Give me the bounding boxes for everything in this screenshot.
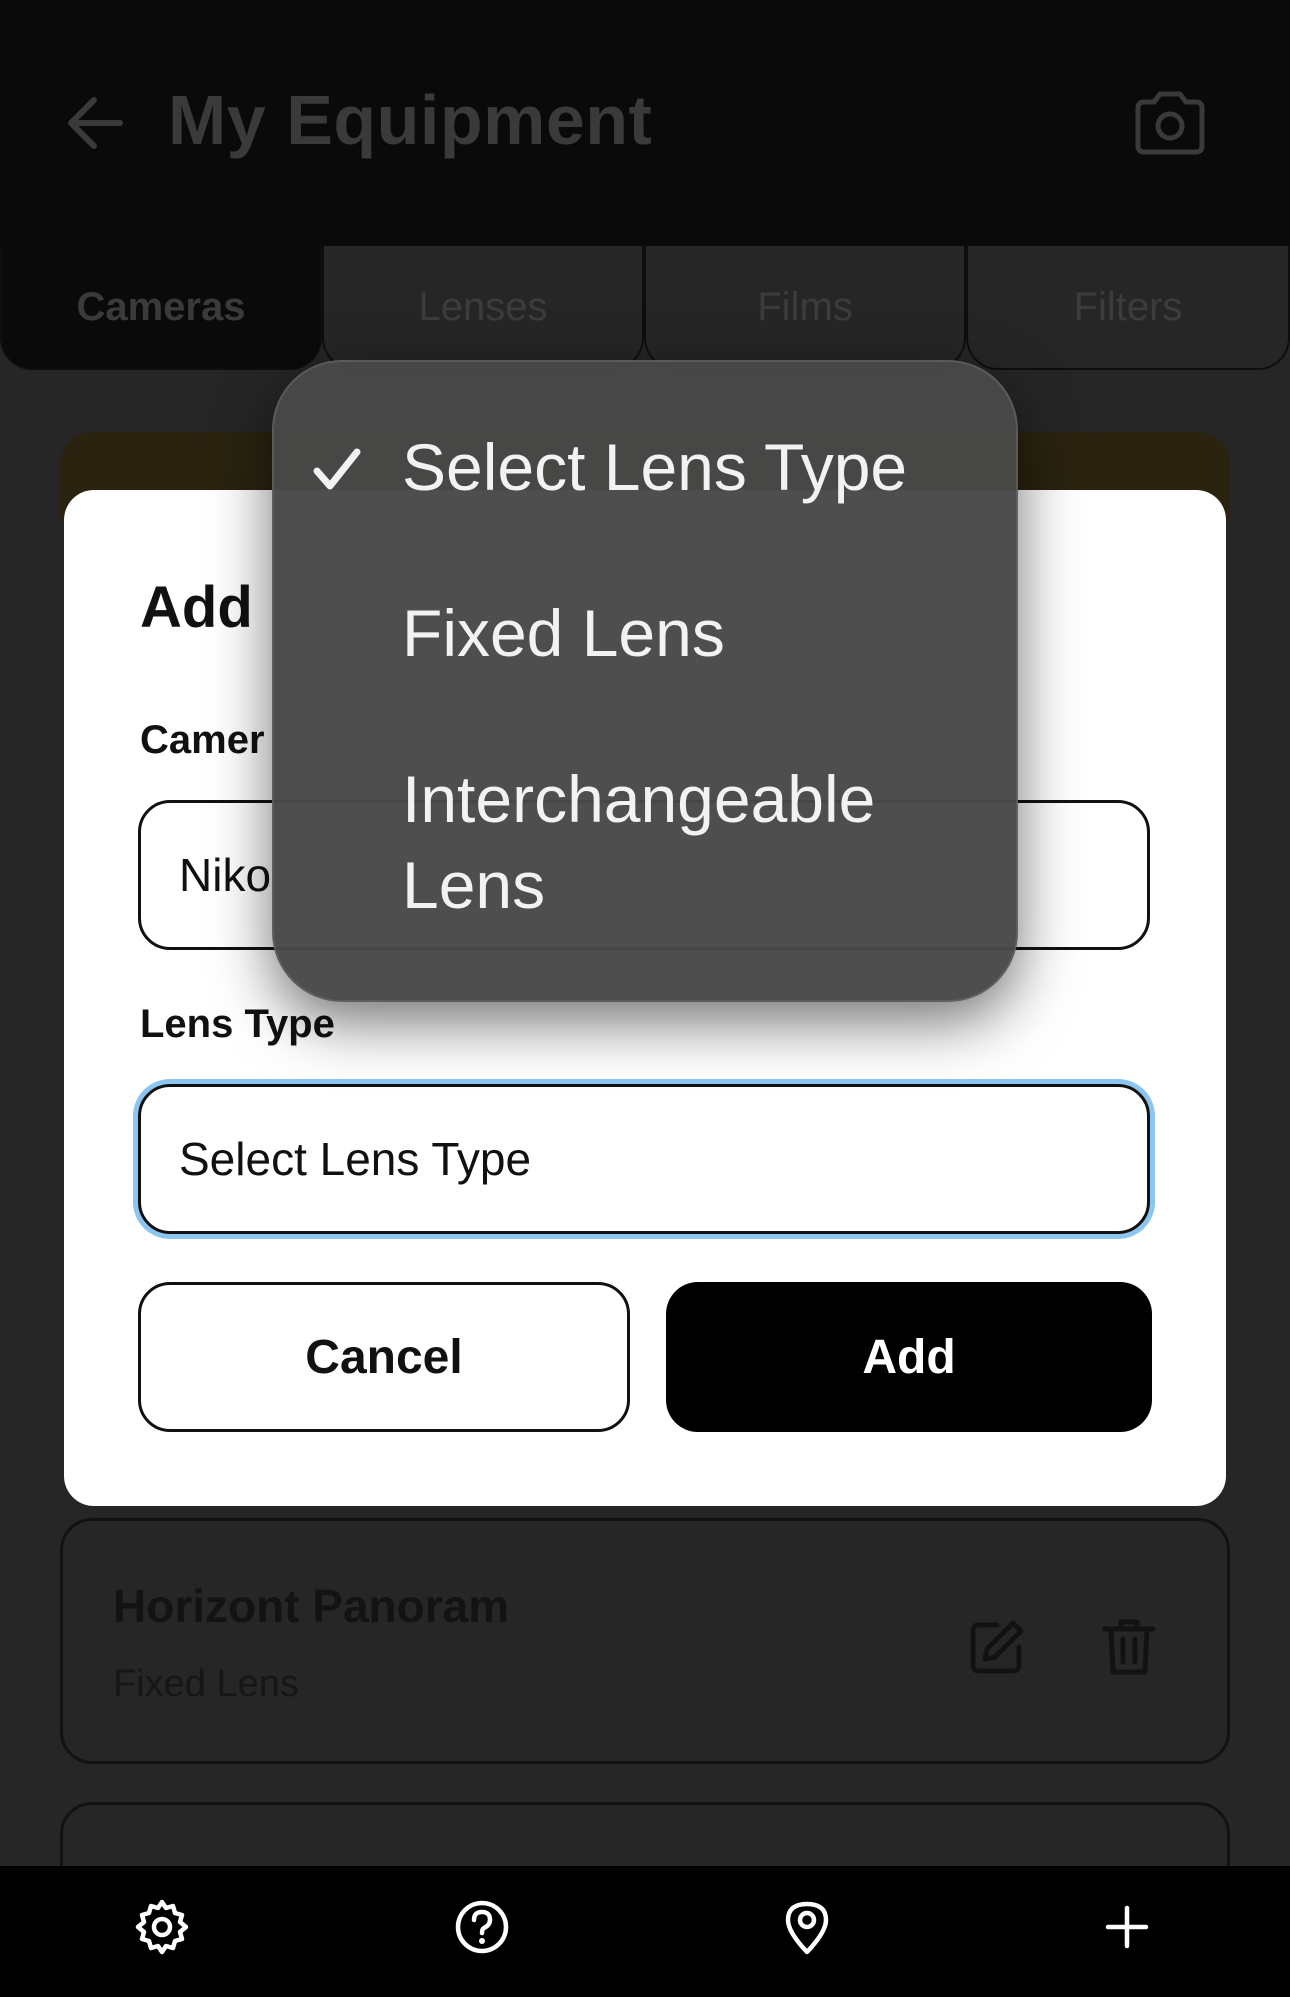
add-button[interactable]: Add: [666, 1282, 1152, 1432]
lens-type-label: Lens Type: [140, 1002, 335, 1046]
tab-lenses[interactable]: Lenses: [322, 246, 644, 370]
lens-type-menu: Select Lens Type Fixed Lens Interchangea…: [272, 360, 1018, 1002]
back-arrow-icon[interactable]: [62, 90, 128, 156]
tab-cameras[interactable]: Cameras: [0, 246, 322, 370]
tab-filters[interactable]: Filters: [966, 246, 1290, 370]
lens-type-select[interactable]: Select Lens Type: [138, 1084, 1150, 1234]
dialog-title: Add: [140, 575, 253, 640]
equipment-tabs: Cameras Lenses Films Filters: [0, 246, 1290, 372]
camera-name-label: Camer: [140, 718, 265, 762]
camera-name: Horizont Panoram: [113, 1580, 510, 1632]
edit-icon[interactable]: [967, 1617, 1027, 1677]
menu-option-select-lens-type[interactable]: Select Lens Type: [402, 424, 962, 510]
tab-films[interactable]: Films: [644, 246, 966, 370]
trash-icon[interactable]: [1101, 1617, 1157, 1677]
camera-lens-type: Fixed Lens: [113, 1663, 299, 1705]
help-icon[interactable]: [453, 1898, 511, 1956]
app-root: My Equipment Cameras Lenses Films Filter…: [0, 0, 1290, 1997]
plus-icon[interactable]: [1098, 1898, 1156, 1956]
camera-icon[interactable]: [1132, 88, 1208, 158]
header: My Equipment: [0, 0, 1290, 246]
menu-option-interchangeable-lens[interactable]: Interchangeable Lens: [402, 756, 962, 928]
bottom-nav: [0, 1866, 1290, 1997]
list-item[interactable]: Horizont Panoram Fixed Lens: [60, 1518, 1230, 1764]
location-pin-icon[interactable]: [778, 1898, 836, 1956]
cancel-button[interactable]: Cancel: [138, 1282, 630, 1432]
page-title: My Equipment: [168, 81, 653, 159]
gear-icon[interactable]: [133, 1898, 191, 1956]
checkmark-icon: [313, 448, 361, 490]
menu-option-fixed-lens[interactable]: Fixed Lens: [402, 590, 962, 676]
